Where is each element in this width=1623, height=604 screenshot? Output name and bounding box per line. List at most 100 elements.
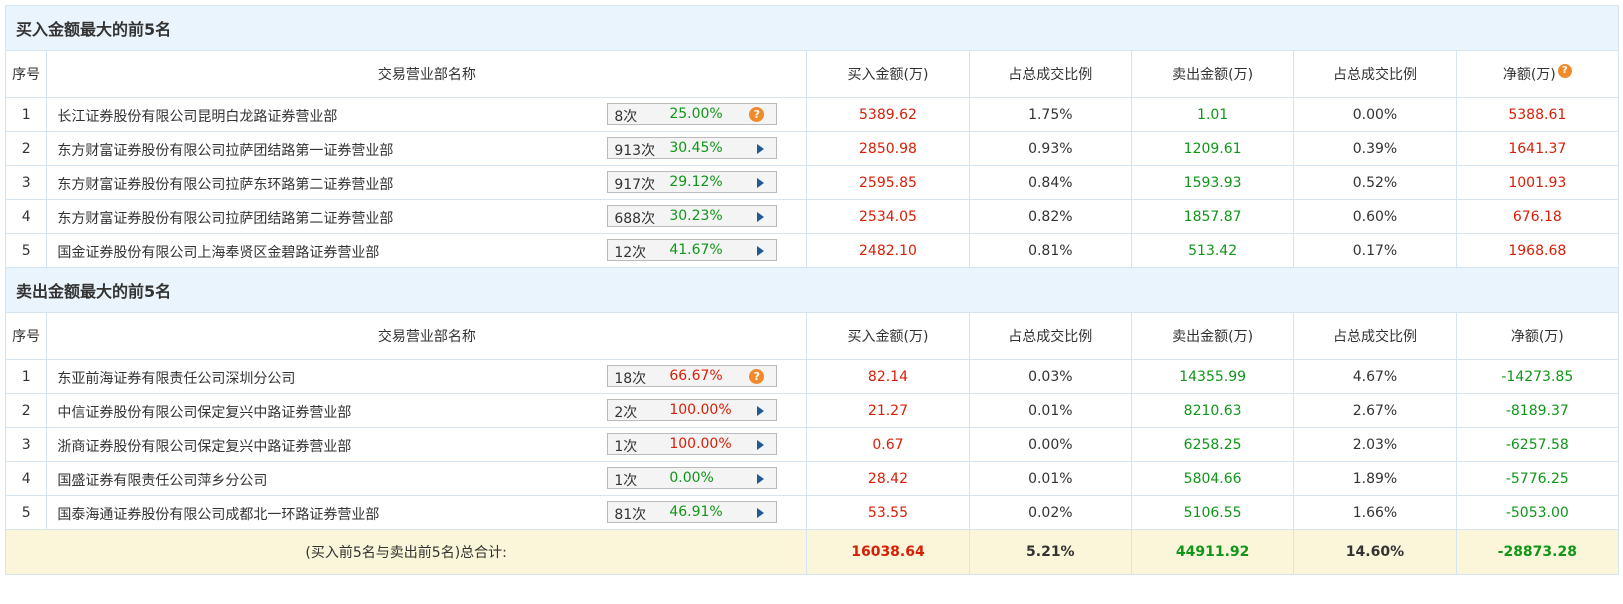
net-amount: -6257.58 bbox=[1455, 427, 1620, 462]
total-row: (买入前5名与卖出前5名)总合计: 16038.64 5.21% 44911.92 14… bbox=[4, 529, 1620, 575]
sell-amount: 513.42 bbox=[1130, 233, 1295, 268]
table-row: 4 国盛证券有限责任公司萍乡分公司 1次 0.00% 28.42 0.01% 5804.66… bbox=[4, 461, 1620, 496]
listing-count: 917次 bbox=[614, 177, 656, 193]
sell-amount: 8210.63 bbox=[1130, 393, 1295, 428]
sell-ratio: 0.17% bbox=[1293, 233, 1457, 268]
header-net-label: 净额(万) bbox=[1502, 67, 1556, 83]
sell-amount: 1209.61 bbox=[1130, 131, 1295, 166]
arrow-right-icon[interactable] bbox=[757, 212, 765, 222]
buy-ratio: 0.84% bbox=[968, 165, 1132, 200]
listing-count-badge[interactable]: 81次 46.91% bbox=[607, 501, 778, 523]
sell-ratio: 0.00% bbox=[1293, 97, 1457, 132]
buy-ratio: 0.01% bbox=[968, 461, 1132, 496]
branch-cell: 国盛证券有限责任公司萍乡分公司 1次 0.00% bbox=[46, 461, 808, 496]
win-rate: 30.23% bbox=[669, 208, 723, 224]
listing-count: 12次 bbox=[614, 245, 647, 261]
listing-count-badge[interactable]: 1次 100.00% bbox=[607, 433, 778, 455]
sell-ratio: 0.52% bbox=[1293, 165, 1457, 200]
listing-count-badge[interactable]: 913次 30.45% bbox=[607, 137, 778, 159]
sell-section-title: 卖出金额最大的前5名 bbox=[5, 267, 1619, 313]
branch-name-link[interactable]: 国盛证券有限责任公司萍乡分公司 bbox=[57, 470, 267, 490]
branch-cell: 东方财富证券股份有限公司拉萨东环路第二证券营业部 917次 29.12% bbox=[46, 165, 808, 200]
branch-name-link[interactable]: 东方财富证券股份有限公司拉萨东环路第二证券营业部 bbox=[57, 174, 393, 194]
row-index: 3 bbox=[4, 427, 48, 462]
sell-amount: 5804.66 bbox=[1130, 461, 1295, 496]
listing-count-badge[interactable]: 1次 0.00% bbox=[607, 467, 778, 489]
listing-count-badge[interactable]: 8次 25.00%? bbox=[607, 103, 778, 125]
arrow-right-icon[interactable] bbox=[757, 440, 765, 450]
arrow-right-icon[interactable] bbox=[757, 144, 765, 154]
listing-count: 1次 bbox=[614, 439, 638, 455]
listing-count: 81次 bbox=[614, 507, 647, 523]
branch-name-link[interactable]: 浙商证券股份有限公司保定复兴中路证券营业部 bbox=[57, 436, 351, 456]
listing-count-badge[interactable]: 917次 29.12% bbox=[607, 171, 778, 193]
win-rate: 25.00% bbox=[669, 106, 723, 122]
header-sell-ratio: 占总成交比例 bbox=[1293, 312, 1457, 360]
table-row: 1 东亚前海证券有限责任公司深圳分公司 18次 66.67%? 82.14 0.03% 14… bbox=[4, 359, 1620, 394]
buy-ratio: 1.75% bbox=[968, 97, 1132, 132]
buy-ratio: 0.82% bbox=[968, 199, 1132, 234]
header-branch-name: 交易营业部名称 bbox=[46, 312, 808, 360]
buy-section-title-row: 买入金额最大的前5名 bbox=[5, 5, 1619, 51]
branch-cell: 中信证券股份有限公司保定复兴中路证券营业部 2次 100.00% bbox=[46, 393, 808, 428]
question-icon[interactable]: ? bbox=[749, 369, 765, 384]
buy-amount: 0.67 bbox=[806, 427, 970, 462]
table-row: 3 浙商证券股份有限公司保定复兴中路证券营业部 1次 100.00% 0.67 0.00%… bbox=[4, 427, 1620, 462]
listing-count: 8次 bbox=[614, 109, 638, 125]
question-icon[interactable]: ? bbox=[749, 107, 765, 122]
branch-cell: 国金证券股份有限公司上海奉贤区金碧路证券营业部 12次 41.67% bbox=[46, 233, 808, 268]
net-amount: -5776.25 bbox=[1455, 461, 1620, 496]
branch-name-link[interactable]: 长江证券股份有限公司昆明白龙路证券营业部 bbox=[57, 106, 337, 126]
buy-ratio: 0.93% bbox=[968, 131, 1132, 166]
win-rate: 66.67% bbox=[669, 368, 723, 384]
listing-count: 18次 bbox=[614, 371, 647, 387]
branch-cell: 长江证券股份有限公司昆明白龙路证券营业部 8次 25.00%? bbox=[46, 97, 808, 132]
buy-amount: 2482.10 bbox=[806, 233, 970, 268]
branch-name-link[interactable]: 国泰海通证券股份有限公司成都北一环路证券营业部 bbox=[57, 504, 379, 524]
sell-ratio: 0.60% bbox=[1293, 199, 1457, 234]
win-rate: 30.45% bbox=[669, 140, 723, 156]
net-amount: 1001.93 bbox=[1455, 165, 1620, 200]
net-amount: 5388.61 bbox=[1455, 97, 1620, 132]
arrow-right-icon[interactable] bbox=[757, 508, 765, 518]
header-buy-ratio: 占总成交比例 bbox=[968, 50, 1132, 98]
sell-ratio: 2.67% bbox=[1293, 393, 1457, 428]
row-index: 1 bbox=[4, 359, 48, 394]
listing-count: 2次 bbox=[614, 405, 638, 421]
header-sell-amount: 卖出金额(万) bbox=[1130, 50, 1295, 98]
row-index: 4 bbox=[4, 199, 48, 234]
header-net-amount: 净额(万)? bbox=[1455, 50, 1620, 98]
arrow-right-icon[interactable] bbox=[757, 406, 765, 416]
branch-name-link[interactable]: 中信证券股份有限公司保定复兴中路证券营业部 bbox=[57, 402, 351, 422]
table-row: 1 长江证券股份有限公司昆明白龙路证券营业部 8次 25.00%? 5389.62 1.7… bbox=[4, 97, 1620, 132]
branch-name-link[interactable]: 东亚前海证券有限责任公司深圳分公司 bbox=[57, 368, 295, 388]
arrow-right-icon[interactable] bbox=[757, 474, 765, 484]
listing-count-badge[interactable]: 12次 41.67% bbox=[607, 239, 778, 261]
table-row: 5 国泰海通证券股份有限公司成都北一环路证券营业部 81次 46.91% 53.55 0.… bbox=[4, 495, 1620, 530]
question-icon[interactable]: ? bbox=[1557, 64, 1572, 78]
buy-amount: 2595.85 bbox=[806, 165, 970, 200]
listing-count-badge[interactable]: 688次 30.23% bbox=[607, 205, 778, 227]
win-rate: 41.67% bbox=[669, 242, 723, 258]
listing-count-badge[interactable]: 18次 66.67%? bbox=[607, 365, 778, 387]
listing-count-badge[interactable]: 2次 100.00% bbox=[607, 399, 778, 421]
listing-count: 688次 bbox=[614, 211, 656, 227]
branch-cell: 浙商证券股份有限公司保定复兴中路证券营业部 1次 100.00% bbox=[46, 427, 808, 462]
branch-name-link[interactable]: 东方财富证券股份有限公司拉萨团结路第二证券营业部 bbox=[57, 208, 393, 228]
sell-amount: 1.01 bbox=[1130, 97, 1295, 132]
buy-amount: 28.42 bbox=[806, 461, 970, 496]
header-net-amount: 净额(万) bbox=[1455, 312, 1620, 360]
net-amount: -5053.00 bbox=[1455, 495, 1620, 530]
sell-amount: 1857.87 bbox=[1130, 199, 1295, 234]
branch-name-link[interactable]: 东方财富证券股份有限公司拉萨团结路第一证券营业部 bbox=[57, 140, 393, 160]
total-sell-ratio: 14.60% bbox=[1293, 529, 1457, 575]
arrow-right-icon[interactable] bbox=[757, 178, 765, 188]
branch-name-link[interactable]: 国金证券股份有限公司上海奉贤区金碧路证券营业部 bbox=[57, 242, 379, 262]
buy-ratio: 0.81% bbox=[968, 233, 1132, 268]
net-amount: -8189.37 bbox=[1455, 393, 1620, 428]
table-row: 4 东方财富证券股份有限公司拉萨团结路第二证券营业部 688次 30.23% 2534.… bbox=[4, 199, 1620, 234]
header-index: 序号 bbox=[4, 50, 48, 98]
lhb-table: 买入金额最大的前5名 序号 交易营业部名称 买入金额(万) 占总成交比例 卖出金… bbox=[4, 5, 1620, 575]
buy-ratio: 0.00% bbox=[968, 427, 1132, 462]
arrow-right-icon[interactable] bbox=[757, 246, 765, 256]
